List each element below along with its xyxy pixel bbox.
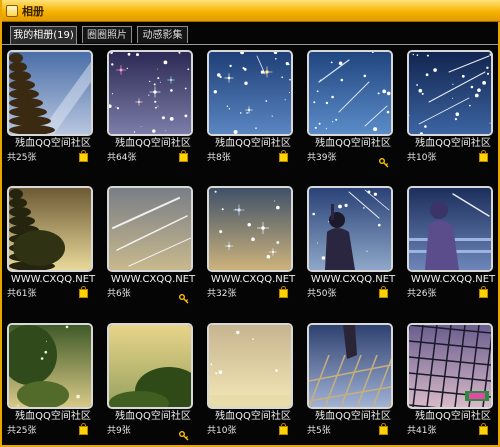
album-cover-image[interactable] [107,186,193,272]
album-card[interactable]: 残血QQ空间社区 共64张 [105,45,201,165]
album-title[interactable]: 残血QQ空间社区 [205,410,301,423]
lock-icon [479,423,488,435]
photo-count: 共41张 [407,426,437,436]
album-grid: 残血QQ空间社区 共25张 残血QQ空间社区 共64张 残血QQ空间社区 共8张 残血QQ空… [2,45,498,445]
album-title[interactable]: WWW.CXQQ.NET [405,273,500,286]
album-title[interactable]: 残血QQ空间社区 [105,410,201,423]
album-card[interactable]: 残血QQ空间社区 共10张 [405,45,500,165]
lock-icon [279,286,288,298]
photo-count: 共5张 [307,426,331,436]
album-card[interactable]: WWW.CXQQ.NET 共50张 [305,181,401,301]
album-card[interactable]: 残血QQ空间社区 共25张 [5,318,101,438]
lock-icon [79,150,88,162]
photo-count: 共50张 [307,289,337,299]
album-card[interactable]: 残血QQ空间社区 共8张 [205,45,301,165]
photo-count: 共9张 [107,426,131,436]
album-cover-image[interactable] [407,50,493,136]
photo-count: 共61张 [7,289,37,299]
lock-icon [279,423,288,435]
lock-icon [479,150,488,162]
album-window: 相册 我的相册(19) 圈圈照片 动感影集 残血QQ空间社区 共25张 残血QQ空间… [0,0,500,447]
title-bar: 相册 [2,0,500,22]
album-cover-image[interactable] [107,50,193,136]
photo-count: 共8张 [207,153,231,163]
album-title[interactable]: WWW.CXQQ.NET [105,273,201,286]
album-title[interactable]: 残血QQ空间社区 [5,137,101,150]
key-icon [379,153,389,168]
lock-icon [279,150,288,162]
photo-count: 共25张 [7,426,37,436]
key-icon [179,289,189,304]
album-card[interactable]: WWW.CXQQ.NET 共61张 [5,181,101,301]
album-cover-image[interactable] [307,186,393,272]
lock-icon [179,150,188,162]
album-title[interactable]: 残血QQ空间社区 [5,410,101,423]
album-card[interactable]: WWW.CXQQ.NET 共26张 [405,181,500,301]
photo-count: 共6张 [107,289,131,299]
album-card[interactable]: 残血QQ空间社区 共41张 [405,318,500,438]
photo-count: 共10张 [207,426,237,436]
tab-bar: 我的相册(19) 圈圈照片 动感影集 [2,22,498,45]
album-cover-image[interactable] [407,323,493,409]
album-cover-image[interactable] [107,323,193,409]
album-cover-image[interactable] [207,323,293,409]
album-card[interactable]: 残血QQ空间社区 共10张 [205,318,301,438]
window-title: 相册 [22,4,44,18]
photo-count: 共25张 [7,153,37,163]
photo-count: 共32张 [207,289,237,299]
photo-count: 共26张 [407,289,437,299]
lock-icon [379,286,388,298]
album-title[interactable]: 残血QQ空间社区 [405,137,500,150]
album-title[interactable]: WWW.CXQQ.NET [205,273,301,286]
lock-icon [379,423,388,435]
tab-my-albums[interactable]: 我的相册(19) [10,26,77,44]
photo-count: 共39张 [307,153,337,163]
album-title[interactable]: WWW.CXQQ.NET [305,273,401,286]
photo-count: 共10张 [407,153,437,163]
album-card[interactable]: WWW.CXQQ.NET 共32张 [205,181,301,301]
album-title[interactable]: WWW.CXQQ.NET [5,273,101,286]
album-title[interactable]: 残血QQ空间社区 [405,410,500,423]
lock-icon [79,423,88,435]
album-cover-image[interactable] [7,323,93,409]
album-title[interactable]: 残血QQ空间社区 [305,137,401,150]
album-card[interactable]: 残血QQ空间社区 共25张 [5,45,101,165]
album-cover-image[interactable] [307,323,393,409]
album-card[interactable]: 残血QQ空间社区 共9张 [105,318,201,441]
album-icon [6,4,18,17]
album-cover-image[interactable] [407,186,493,272]
album-cover-image[interactable] [7,186,93,272]
lock-icon [479,286,488,298]
album-card[interactable]: 残血QQ空间社区 共39张 [305,45,401,168]
lock-icon [79,286,88,298]
album-cover-image[interactable] [207,50,293,136]
album-card[interactable]: 残血QQ空间社区 共5张 [305,318,401,438]
album-cover-image[interactable] [207,186,293,272]
album-cover-image[interactable] [307,50,393,136]
key-icon [179,426,189,441]
tab-dynamic-albums[interactable]: 动感影集 [137,26,188,43]
album-title[interactable]: 残血QQ空间社区 [105,137,201,150]
album-cover-image[interactable] [7,50,93,136]
photo-count: 共64张 [107,153,137,163]
album-card[interactable]: WWW.CXQQ.NET 共6张 [105,181,201,304]
tab-circle-photos[interactable]: 圈圈照片 [82,26,132,43]
album-title[interactable]: 残血QQ空间社区 [305,410,401,423]
album-title[interactable]: 残血QQ空间社区 [205,137,301,150]
